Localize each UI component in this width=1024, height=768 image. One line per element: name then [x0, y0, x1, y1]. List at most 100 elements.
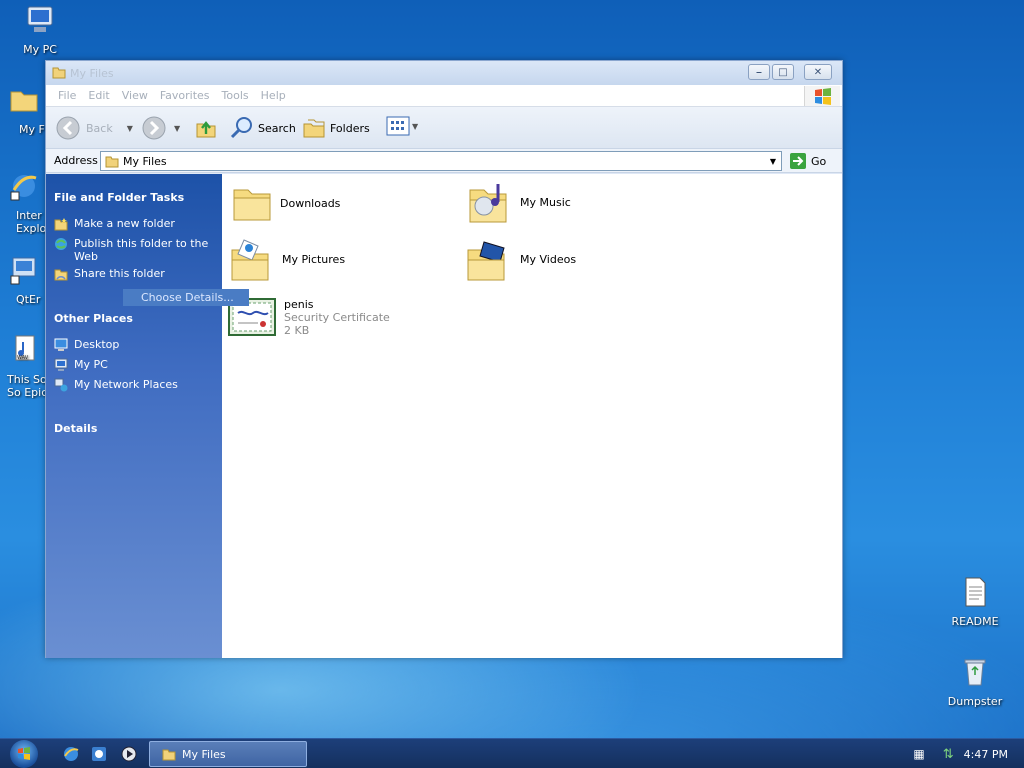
- network-icon: [54, 378, 68, 392]
- place-my-pc[interactable]: My PC: [54, 358, 108, 372]
- taskbar-button-label: My Files: [182, 747, 226, 761]
- menu-favorites[interactable]: Favorites: [154, 85, 216, 106]
- folders-label: Folders: [330, 121, 370, 135]
- place-label: My Network Places: [74, 378, 178, 391]
- windows-flag-icon: [815, 88, 831, 105]
- folder-downloads[interactable]: Downloads: [232, 184, 340, 222]
- media-player-icon[interactable]: [120, 745, 138, 763]
- task-label: Share this folder: [74, 267, 165, 280]
- views-icon: [386, 116, 410, 136]
- recycle-bin-icon: [964, 659, 986, 686]
- music-folder-icon: [469, 184, 507, 223]
- back-arrow-icon: [56, 116, 80, 140]
- folder-icon: [52, 67, 66, 79]
- menu-file[interactable]: File: [52, 85, 82, 106]
- chevron-down-icon[interactable]: ▼: [765, 152, 781, 170]
- network-status-icon[interactable]: ⇅: [943, 747, 954, 762]
- explorer-window: My Files ⎯ □ ✕ File Edit View Favorites Tool…: [45, 60, 843, 658]
- task-pane: File and Folder Tasks Make a new folder …: [46, 174, 222, 658]
- menu-edit[interactable]: Edit: [82, 85, 115, 106]
- computer-icon: [27, 6, 53, 32]
- explorer-quicklaunch-icon[interactable]: [90, 745, 108, 763]
- go-arrow-icon: [790, 153, 806, 169]
- folders-button[interactable]: Folders: [302, 116, 370, 140]
- item-name: penis: [284, 298, 314, 311]
- menu-help[interactable]: Help: [255, 85, 292, 106]
- taskbar: My Files ▦ ⇅ 4:47 PM: [0, 738, 1024, 768]
- close-button[interactable]: ✕: [804, 64, 832, 80]
- desktop-icon-label: My PC: [23, 43, 57, 56]
- file-info: penis Security Certificate 2 KB: [284, 298, 390, 337]
- clock[interactable]: 4:47 PM: [964, 748, 1008, 761]
- chevron-down-icon[interactable]: ▼: [174, 124, 180, 133]
- minimize-button[interactable]: ⎯: [748, 64, 770, 80]
- back-button[interactable]: Back ▼: [56, 116, 133, 140]
- up-folder-button[interactable]: [194, 116, 218, 140]
- toolbar: Back ▼ ▼ Search Folders ▼: [46, 107, 842, 149]
- address-input[interactable]: My Files ▼: [100, 151, 782, 171]
- desktop-icon-dumpster[interactable]: Dumpster: [935, 656, 1015, 708]
- task-label: Make a new folder: [74, 217, 175, 230]
- publish-web-icon: [55, 238, 67, 250]
- internet-explorer-icon: [10, 175, 37, 201]
- item-name: My Music: [520, 195, 571, 209]
- videos-folder-icon: [467, 241, 505, 281]
- address-bar: Address My Files ▼ Go: [46, 149, 842, 173]
- menu-view[interactable]: View: [116, 85, 154, 106]
- start-button[interactable]: [10, 740, 38, 768]
- folder-my-pictures[interactable]: My Pictures: [230, 236, 345, 282]
- address-label: Address: [54, 154, 98, 167]
- windows-flag-icon: [18, 747, 30, 760]
- new-folder-icon: [54, 218, 68, 231]
- go-button[interactable]: Go: [789, 152, 826, 170]
- item-name: My Videos: [520, 252, 577, 266]
- folder-my-music[interactable]: My Music: [468, 180, 571, 224]
- keyboard-icon[interactable]: ▦: [913, 747, 924, 761]
- choose-details-tooltip[interactable]: Choose Details...: [123, 289, 249, 306]
- task-make-new-folder[interactable]: Make a new folder: [54, 217, 175, 231]
- chevron-down-icon[interactable]: ▼: [127, 124, 133, 133]
- search-button[interactable]: Search: [230, 116, 296, 140]
- tasks-heading[interactable]: File and Folder Tasks: [54, 191, 184, 204]
- places-heading[interactable]: Other Places: [54, 312, 133, 325]
- maximize-icon: □: [778, 66, 788, 78]
- desktop-icon: [54, 338, 68, 351]
- go-label: Go: [811, 154, 827, 168]
- menu-bar: File Edit View Favorites Tools Help: [46, 85, 842, 107]
- internet-explorer-icon[interactable]: [62, 745, 80, 763]
- menu-tools[interactable]: Tools: [216, 85, 255, 106]
- folders-icon: [303, 119, 325, 138]
- folder-my-videos[interactable]: My Videos: [466, 236, 576, 282]
- audio-file-icon: WAV: [15, 335, 35, 361]
- computer-icon: [54, 358, 68, 371]
- desktop-icon-my-pc[interactable]: My PC: [0, 4, 80, 56]
- chevron-down-icon[interactable]: ▼: [412, 122, 418, 131]
- item-size: 2 KB: [284, 324, 310, 337]
- title-bar[interactable]: My Files ⎯ □ ✕: [46, 61, 842, 85]
- place-network[interactable]: My Network Places: [54, 378, 178, 392]
- folder-icon: [162, 749, 176, 761]
- desktop-icon-label: Dumpster: [947, 695, 1003, 708]
- folder-icon: [233, 189, 271, 221]
- forward-arrow-icon: [142, 116, 166, 140]
- place-desktop[interactable]: Desktop: [54, 338, 119, 352]
- minimize-icon: ⎯: [756, 66, 762, 78]
- pictures-folder-icon: [231, 239, 269, 281]
- forward-button[interactable]: ▼: [142, 116, 180, 140]
- details-heading[interactable]: Details: [54, 422, 97, 435]
- task-label: Publish this folder to the Web: [74, 237, 208, 263]
- task-share-folder[interactable]: Share this folder: [54, 267, 165, 281]
- taskbar-button-my-files[interactable]: My Files: [149, 741, 307, 767]
- views-button[interactable]: ▼: [386, 116, 418, 136]
- maximize-button[interactable]: □: [772, 64, 794, 80]
- back-label: Back: [86, 121, 113, 135]
- folder-icon: [10, 91, 38, 112]
- task-publish-web[interactable]: Publish this folder to the Web: [54, 237, 208, 263]
- search-icon: [230, 117, 252, 139]
- desktop-icon-readme[interactable]: README: [935, 576, 1015, 628]
- windows-logo: [804, 86, 840, 106]
- file-certificate[interactable]: penis Security Certificate 2 KB: [228, 298, 390, 337]
- share-folder-icon: [54, 269, 68, 281]
- system-tray: ▦ ⇅ 4:47 PM: [913, 739, 1024, 768]
- text-file-icon: [965, 577, 986, 607]
